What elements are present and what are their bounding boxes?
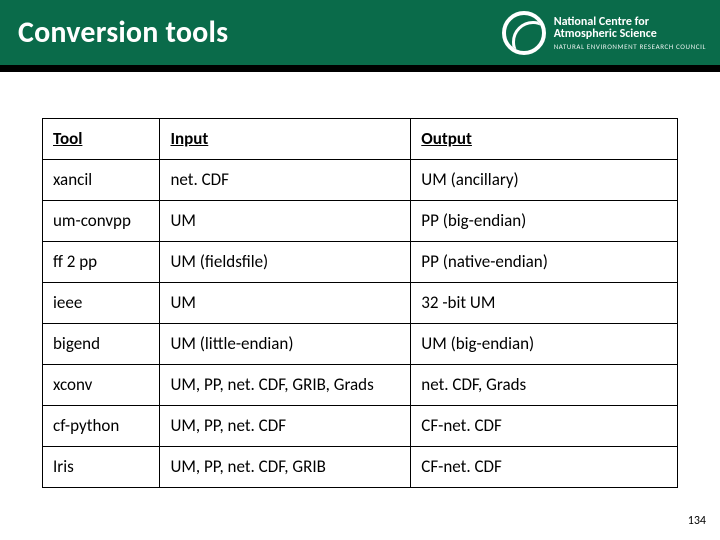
cell-tool: cf-python xyxy=(43,406,160,447)
content-area: Tool Input Output xancil net. CDF UM (an… xyxy=(0,72,720,488)
cell-input: net. CDF xyxy=(160,160,411,201)
cell-input: UM xyxy=(160,283,411,324)
cell-tool: Iris xyxy=(43,447,160,488)
cell-output: 32 -bit UM xyxy=(411,283,678,324)
cell-tool: xconv xyxy=(43,365,160,406)
col-header-output: Output xyxy=(411,119,678,160)
cell-output: net. CDF, Grads xyxy=(411,365,678,406)
cell-tool: bigend xyxy=(43,324,160,365)
table-row: ieee UM 32 -bit UM xyxy=(43,283,678,324)
cell-output: PP (native-endian) xyxy=(411,242,678,283)
table-header-row: Tool Input Output xyxy=(43,119,678,160)
cell-input: UM, PP, net. CDF, GRIB xyxy=(160,447,411,488)
table-row: um-convpp UM PP (big-endian) xyxy=(43,201,678,242)
table-row: cf-python UM, PP, net. CDF CF-net. CDF xyxy=(43,406,678,447)
org-logo: National Centre for Atmospheric Science … xyxy=(502,11,706,55)
org-tagline: NATURAL ENVIRONMENT RESEARCH COUNCIL xyxy=(554,43,706,50)
page-number: 134 xyxy=(688,514,706,528)
cell-tool: ieee xyxy=(43,283,160,324)
slide: Conversion tools National Centre for Atm… xyxy=(0,0,720,540)
cell-tool: ff 2 pp xyxy=(43,242,160,283)
cell-input: UM (little-endian) xyxy=(160,324,411,365)
cell-input: UM, PP, net. CDF xyxy=(160,406,411,447)
table-row: bigend UM (little-endian) UM (big-endian… xyxy=(43,324,678,365)
cell-input: UM, PP, net. CDF, GRIB, Grads xyxy=(160,365,411,406)
cell-output: PP (big-endian) xyxy=(411,201,678,242)
cell-tool: um-convpp xyxy=(43,201,160,242)
table-row: xancil net. CDF UM (ancillary) xyxy=(43,160,678,201)
table-row: Iris UM, PP, net. CDF, GRIB CF-net. CDF xyxy=(43,447,678,488)
slide-title: Conversion tools xyxy=(18,14,228,51)
org-logo-text: National Centre for Atmospheric Science … xyxy=(554,16,706,51)
tools-table: Tool Input Output xancil net. CDF UM (an… xyxy=(42,118,678,488)
title-banner: Conversion tools National Centre for Atm… xyxy=(0,0,720,72)
cell-input: UM xyxy=(160,201,411,242)
cell-input: UM (fieldsfile) xyxy=(160,242,411,283)
table-row: xconv UM, PP, net. CDF, GRIB, Grads net.… xyxy=(43,365,678,406)
org-name: National Centre for Atmospheric Science xyxy=(554,16,706,41)
cell-output: UM (big-endian) xyxy=(411,324,678,365)
cell-output: UM (ancillary) xyxy=(411,160,678,201)
cell-output: CF-net. CDF xyxy=(411,447,678,488)
table-row: ff 2 pp UM (fieldsfile) PP (native-endia… xyxy=(43,242,678,283)
swirl-icon xyxy=(502,11,546,55)
col-header-input: Input xyxy=(160,119,411,160)
col-header-tool: Tool xyxy=(43,119,160,160)
cell-output: CF-net. CDF xyxy=(411,406,678,447)
cell-tool: xancil xyxy=(43,160,160,201)
